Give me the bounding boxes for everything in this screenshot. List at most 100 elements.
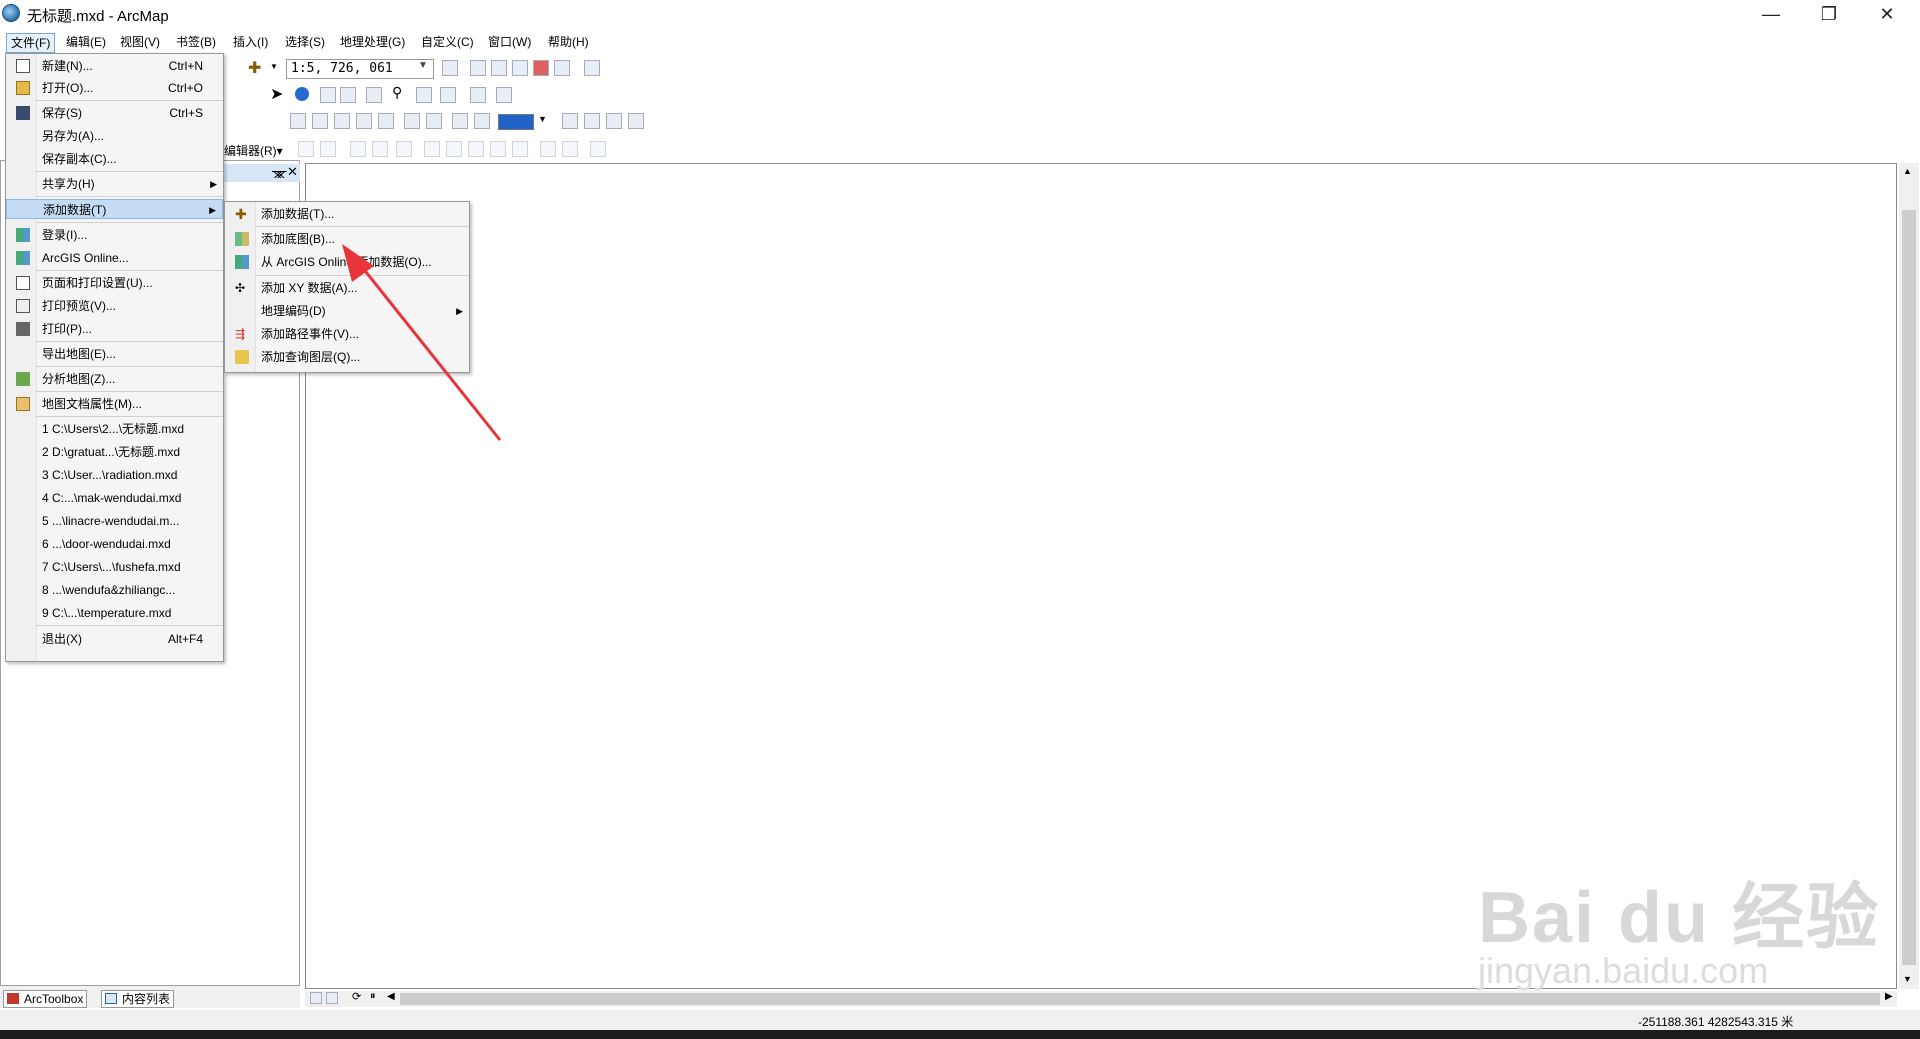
scroll-right-icon[interactable]: ▶ bbox=[1885, 991, 1893, 1002]
scroll-left-icon[interactable]: ◀ bbox=[387, 991, 395, 1002]
recent-file-item[interactable]: 7 C:\Users\...\fushefa.mxd bbox=[6, 557, 223, 577]
create-features-icon[interactable] bbox=[590, 141, 606, 157]
refresh-icon[interactable]: ⟳ bbox=[352, 990, 361, 1003]
end-point-arc-icon[interactable] bbox=[372, 141, 388, 157]
file-menu-open[interactable]: 打开(O)... Ctrl+O bbox=[6, 78, 223, 98]
modelbuilder-icon[interactable] bbox=[584, 60, 600, 76]
tab-table-of-contents[interactable]: 内容列表 bbox=[101, 990, 175, 1008]
menu-windows[interactable]: 窗口(W) bbox=[484, 33, 535, 51]
python-window-icon[interactable] bbox=[554, 60, 570, 76]
menu-insert[interactable]: 插入(I) bbox=[229, 33, 272, 51]
cut-polygons-icon[interactable] bbox=[468, 141, 484, 157]
pin-icon[interactable]: ᚘ bbox=[272, 164, 286, 178]
file-menu-new[interactable]: 新建(N)... Ctrl+N bbox=[6, 56, 223, 76]
identify-icon[interactable] bbox=[295, 87, 309, 101]
restore-button[interactable]: ❐ bbox=[1806, 0, 1852, 28]
close-icon[interactable]: ✕ bbox=[287, 164, 298, 180]
hyperlink-icon[interactable] bbox=[320, 87, 336, 103]
find-binoculars-icon[interactable]: ⚲ bbox=[392, 84, 402, 101]
time-slider-icon[interactable] bbox=[470, 87, 486, 103]
edit-tool-icon[interactable] bbox=[298, 141, 314, 157]
chevron-down-icon[interactable]: ▼ bbox=[270, 62, 278, 71]
file-menu-arcgis-online[interactable]: ArcGIS Online... bbox=[6, 248, 223, 268]
menu-geoprocessing[interactable]: 地理处理(G) bbox=[336, 33, 409, 51]
minimize-button[interactable]: — bbox=[1748, 0, 1794, 28]
catalog-window-icon[interactable] bbox=[491, 60, 507, 76]
file-menu-save-as[interactable]: 另存为(A)... bbox=[6, 126, 223, 146]
close-button[interactable]: ✕ bbox=[1864, 0, 1910, 28]
trace-icon[interactable] bbox=[396, 141, 412, 157]
tab-arctoolbox[interactable]: ArcToolbox bbox=[3, 990, 88, 1008]
zoom-out-layout-icon[interactable] bbox=[312, 113, 328, 129]
horizontal-scrollbar-thumb[interactable] bbox=[400, 993, 1880, 1005]
data-view-icon[interactable] bbox=[310, 992, 322, 1004]
focus-data-frame-icon[interactable] bbox=[584, 113, 600, 129]
menu-view[interactable]: 视图(V) bbox=[116, 33, 164, 51]
editor-toolbar-icon[interactable] bbox=[442, 60, 458, 76]
zoom-whole-page-icon[interactable] bbox=[356, 113, 372, 129]
attributes-icon[interactable] bbox=[540, 141, 556, 157]
menu-customize[interactable]: 自定义(C) bbox=[417, 33, 478, 51]
file-menu-document-properties[interactable]: 地图文档属性(M)... bbox=[6, 394, 223, 414]
go-to-xy-icon[interactable] bbox=[440, 87, 456, 103]
file-menu-sign-in[interactable]: 登录(I)... bbox=[6, 225, 223, 245]
measure-icon[interactable] bbox=[366, 87, 382, 103]
data-driven-pages-icon[interactable] bbox=[628, 113, 644, 129]
search-window-icon[interactable] bbox=[512, 60, 528, 76]
menu-selection[interactable]: 选择(S) bbox=[281, 33, 329, 51]
chevron-down-icon[interactable]: ▼ bbox=[418, 60, 428, 71]
file-menu-analyze-map[interactable]: 分析地图(Z)... bbox=[6, 369, 223, 389]
file-menu-share-as[interactable]: 共享为(H) ▶ bbox=[6, 174, 223, 194]
add-data-item[interactable]: ✚ 添加数据(T)... bbox=[225, 204, 469, 224]
menu-help[interactable]: 帮助(H) bbox=[544, 33, 593, 51]
file-menu-add-data[interactable]: 添加数据(T) ▶ bbox=[6, 199, 223, 219]
fixed-zoom-out-icon[interactable] bbox=[426, 113, 442, 129]
add-data-icon[interactable]: ✚ bbox=[248, 58, 261, 78]
select-pointer-icon[interactable]: ➤ bbox=[270, 84, 283, 104]
reshape-icon[interactable] bbox=[446, 141, 462, 157]
file-menu-exit[interactable]: 退出(X) Alt+F4 bbox=[6, 629, 223, 649]
file-menu-page-setup[interactable]: 页面和打印设置(U)... bbox=[6, 273, 223, 293]
scroll-down-icon[interactable]: ▼ bbox=[1903, 974, 1912, 984]
next-extent-icon[interactable] bbox=[474, 113, 490, 129]
file-menu-save[interactable]: 保存(S) Ctrl+S bbox=[6, 103, 223, 123]
html-popup-icon[interactable] bbox=[340, 87, 356, 103]
file-menu-print[interactable]: 打印(P)... bbox=[6, 319, 223, 339]
change-layout-icon[interactable] bbox=[606, 113, 622, 129]
menu-bookmarks[interactable]: 书签(B) bbox=[172, 33, 220, 51]
sketch-properties-icon[interactable] bbox=[562, 141, 578, 157]
toggle-draft-mode-icon[interactable] bbox=[562, 113, 578, 129]
edit-vertices-icon[interactable] bbox=[424, 141, 440, 157]
vertical-scrollbar-thumb[interactable] bbox=[1902, 210, 1916, 965]
fixed-zoom-in-icon[interactable] bbox=[404, 113, 420, 129]
file-menu-print-preview[interactable]: 打印预览(V)... bbox=[6, 296, 223, 316]
recent-file-item[interactable]: 4 C:...\mak-wendudai.mxd bbox=[6, 488, 223, 508]
toc-window-icon[interactable] bbox=[470, 60, 486, 76]
chevron-down-icon[interactable]: ▼ bbox=[538, 114, 547, 124]
menu-edit[interactable]: 编辑(E) bbox=[62, 33, 110, 51]
scroll-up-icon[interactable]: ▲ bbox=[1903, 166, 1912, 176]
pan-layout-icon[interactable] bbox=[334, 113, 350, 129]
recent-file-item[interactable]: 5 ...\linacre-wendudai.m... bbox=[6, 511, 223, 531]
previous-extent-icon[interactable] bbox=[452, 113, 468, 129]
arctoolbox-icon[interactable] bbox=[533, 60, 549, 76]
file-menu-export-map[interactable]: 导出地图(E)... bbox=[6, 344, 223, 364]
recent-file-item[interactable]: 6 ...\door-wendudai.mxd bbox=[6, 534, 223, 554]
file-menu-save-copy[interactable]: 保存副本(C)... bbox=[6, 149, 223, 169]
split-icon[interactable] bbox=[490, 141, 506, 157]
edit-annotation-icon[interactable] bbox=[320, 141, 336, 157]
zoom-in-layout-icon[interactable] bbox=[290, 113, 306, 129]
zoom-percent-swatch[interactable] bbox=[498, 114, 534, 130]
zoom-100-icon[interactable] bbox=[378, 113, 394, 129]
straight-segment-icon[interactable] bbox=[350, 141, 366, 157]
rotate-icon[interactable] bbox=[512, 141, 528, 157]
layout-view-icon[interactable] bbox=[326, 992, 338, 1004]
recent-file-item[interactable]: 8 ...\wendufa&zhiliangc... bbox=[6, 580, 223, 600]
menu-file[interactable]: 文件(F) bbox=[6, 33, 56, 53]
viewer-window-icon[interactable] bbox=[496, 87, 512, 103]
recent-file-item[interactable]: 9 C:\...\temperature.mxd bbox=[6, 603, 223, 623]
editor-menu[interactable]: 编辑器(R)▾ bbox=[224, 142, 283, 159]
recent-file-item[interactable]: 1 C:\Users\2...\无标题.mxd bbox=[6, 419, 223, 439]
recent-file-item[interactable]: 3 C:\User...\radiation.mxd bbox=[6, 465, 223, 485]
recent-file-item[interactable]: 2 D:\gratuat...\无标题.mxd bbox=[6, 442, 223, 462]
